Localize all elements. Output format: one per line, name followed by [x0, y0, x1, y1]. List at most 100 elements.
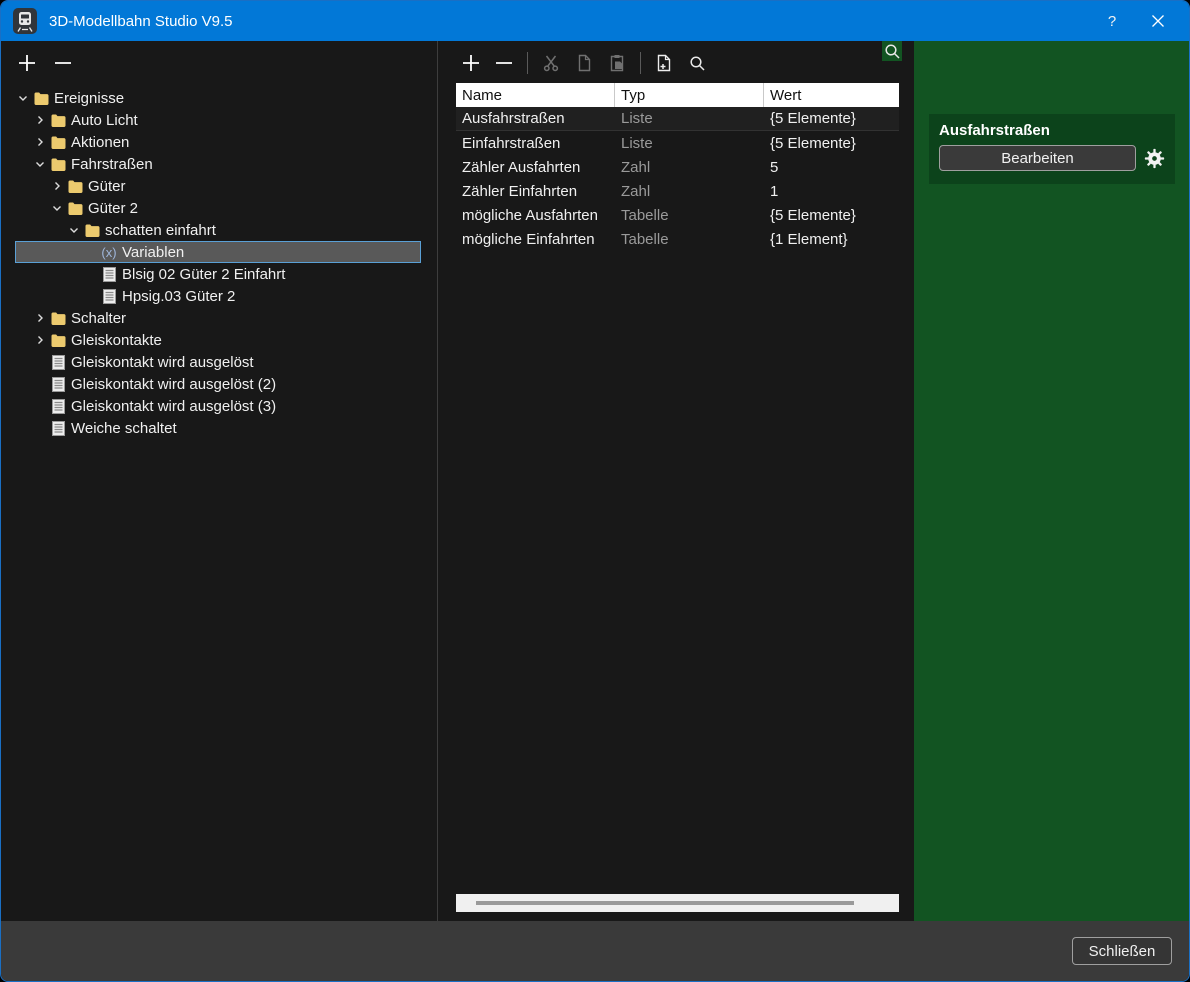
cell-wert: 5	[763, 159, 899, 176]
chevron-right-icon[interactable]	[31, 114, 48, 126]
document-icon	[99, 289, 119, 304]
cell-name: Ausfahrstraßen	[456, 110, 614, 127]
detail-title: Ausfahrstraßen	[939, 122, 1165, 140]
gear-icon[interactable]	[1143, 147, 1165, 169]
tree-item-fahrstraßen[interactable]: Fahrstraßen	[1, 153, 437, 175]
cut-button	[541, 53, 561, 73]
app-train-icon	[13, 8, 37, 34]
tree-item-label: Gleiskontakt wird ausgelöst (2)	[71, 376, 276, 393]
detail-actions: Bearbeiten	[939, 145, 1165, 171]
tree-item-aktionen[interactable]: Aktionen	[1, 131, 437, 153]
horizontal-scrollbar[interactable]	[456, 894, 899, 912]
copy-button	[574, 53, 594, 73]
tree-item-hpsig-03-güter-2[interactable]: Hpsig.03 Güter 2	[1, 285, 437, 307]
tree-item-label: Gleiskontakt wird ausgelöst	[71, 354, 254, 371]
variables-icon: (x)	[99, 245, 119, 260]
table-header: Name Typ Wert	[456, 83, 899, 107]
tree-item-label: Aktionen	[71, 134, 129, 151]
table-row-einfahrstraßen[interactable]: EinfahrstraßenListe{5 Elemente}	[456, 131, 899, 155]
tree-item-ereignisse[interactable]: Ereignisse	[1, 87, 437, 109]
document-icon	[48, 421, 68, 436]
cell-name: mögliche Einfahrten	[456, 231, 614, 248]
tree-item-label: schatten einfahrt	[105, 222, 216, 239]
close-dialog-button[interactable]: Schließen	[1072, 937, 1172, 965]
toolbar-separator	[527, 52, 528, 74]
cell-wert: 1	[763, 183, 899, 200]
chevron-down-icon[interactable]	[31, 158, 48, 170]
remove-button[interactable]	[53, 53, 73, 73]
cell-typ: Zahl	[614, 183, 763, 200]
chevron-right-icon[interactable]	[31, 312, 48, 324]
tree-item-güter-2[interactable]: Güter 2	[1, 197, 437, 219]
add-button[interactable]	[17, 53, 37, 73]
scrollbar-thumb[interactable]	[476, 901, 854, 905]
tree-item-label: Hpsig.03 Güter 2	[122, 288, 235, 305]
table-row-zähler-ausfahrten[interactable]: Zähler AusfahrtenZahl5	[456, 155, 899, 179]
folder-icon	[65, 180, 85, 193]
cell-wert: {1 Element}	[763, 231, 899, 248]
toolbar-separator	[640, 52, 641, 74]
cell-typ: Liste	[614, 110, 763, 127]
variables-table: Name Typ Wert AusfahrstraßenListe{5 Elem…	[456, 83, 899, 251]
cell-name: Zähler Ausfahrten	[456, 159, 614, 176]
tree-item-gleiskontakt-wird-ausgelöst[interactable]: Gleiskontakt wird ausgelöst	[1, 351, 437, 373]
paste-button	[607, 53, 627, 73]
tree-item-gleiskontakt-wird-ausgelöst-3[interactable]: Gleiskontakt wird ausgelöst (3)	[1, 395, 437, 417]
tree-item-label: Güter 2	[88, 200, 138, 217]
tree-item-label: Gleiskontakt wird ausgelöst (3)	[71, 398, 276, 415]
help-button[interactable]: ?	[1089, 1, 1135, 41]
edit-button[interactable]: Bearbeiten	[939, 145, 1136, 171]
chevron-right-icon[interactable]	[48, 180, 65, 192]
detail-panel: Ausfahrstraßen Bearbeiten	[914, 41, 1189, 921]
cell-typ: Tabelle	[614, 231, 763, 248]
new-document-button[interactable]	[654, 53, 674, 73]
tree-item-schalter[interactable]: Schalter	[1, 307, 437, 329]
tree-item-label: Ereignisse	[54, 90, 124, 107]
tree: EreignisseAuto LichtAktionenFahrstraßenG…	[1, 85, 437, 439]
remove-button[interactable]	[494, 53, 514, 73]
chevron-down-icon[interactable]	[65, 224, 82, 236]
column-header-wert[interactable]: Wert	[763, 83, 899, 107]
tree-item-label: Weiche schaltet	[71, 420, 177, 437]
chevron-down-icon[interactable]	[48, 202, 65, 214]
tree-item-schatten-einfahrt[interactable]: schatten einfahrt	[1, 219, 437, 241]
table-row-zähler-einfahrten[interactable]: Zähler EinfahrtenZahl1	[456, 179, 899, 203]
document-icon	[48, 399, 68, 414]
tree-item-gleiskontakt-wird-ausgelöst-2[interactable]: Gleiskontakt wird ausgelöst (2)	[1, 373, 437, 395]
table-body: AusfahrstraßenListe{5 Elemente}Einfahrst…	[456, 107, 899, 251]
bottom-bar: Schließen	[1, 921, 1189, 981]
tree-item-güter[interactable]: Güter	[1, 175, 437, 197]
search-icon[interactable]	[687, 53, 707, 73]
column-header-name[interactable]: Name	[456, 83, 614, 107]
table-row-ausfahrstraßen[interactable]: AusfahrstraßenListe{5 Elemente}	[456, 107, 899, 131]
folder-icon	[48, 334, 68, 347]
document-icon	[99, 267, 119, 282]
table-row-mögliche-ausfahrten[interactable]: mögliche AusfahrtenTabelle{5 Elemente}	[456, 203, 899, 227]
tree-item-blsig-02-güter-2-einfahrt[interactable]: Blsig 02 Güter 2 Einfahrt	[1, 263, 437, 285]
folder-icon	[48, 312, 68, 325]
chevron-down-icon[interactable]	[14, 92, 31, 104]
tree-item-label: Auto Licht	[71, 112, 138, 129]
folder-icon	[48, 114, 68, 127]
tree-item-gleiskontakte[interactable]: Gleiskontakte	[1, 329, 437, 351]
document-icon	[48, 355, 68, 370]
variables-toolbar	[439, 41, 914, 85]
table-row-mögliche-einfahrten[interactable]: mögliche EinfahrtenTabelle{1 Element}	[456, 227, 899, 251]
tree-item-label: Schalter	[71, 310, 126, 327]
tree-item-weiche-schaltet[interactable]: Weiche schaltet	[1, 417, 437, 439]
close-window-button[interactable]	[1135, 1, 1181, 41]
cell-name: Zähler Einfahrten	[456, 183, 614, 200]
chevron-right-icon[interactable]	[31, 334, 48, 346]
tree-toolbar	[1, 41, 437, 85]
chevron-right-icon[interactable]	[31, 136, 48, 148]
document-icon	[48, 377, 68, 392]
cell-typ: Zahl	[614, 159, 763, 176]
column-header-typ[interactable]: Typ	[614, 83, 763, 107]
tree-item-variablen[interactable]: (x)Variablen	[15, 241, 421, 263]
tree-item-label: Blsig 02 Güter 2 Einfahrt	[122, 266, 285, 283]
event-tree-panel: EreignisseAuto LichtAktionenFahrstraßenG…	[1, 41, 438, 921]
tree-item-auto-licht[interactable]: Auto Licht	[1, 109, 437, 131]
add-button[interactable]	[461, 53, 481, 73]
cell-typ: Tabelle	[614, 207, 763, 224]
tree-item-label: Gleiskontakte	[71, 332, 162, 349]
